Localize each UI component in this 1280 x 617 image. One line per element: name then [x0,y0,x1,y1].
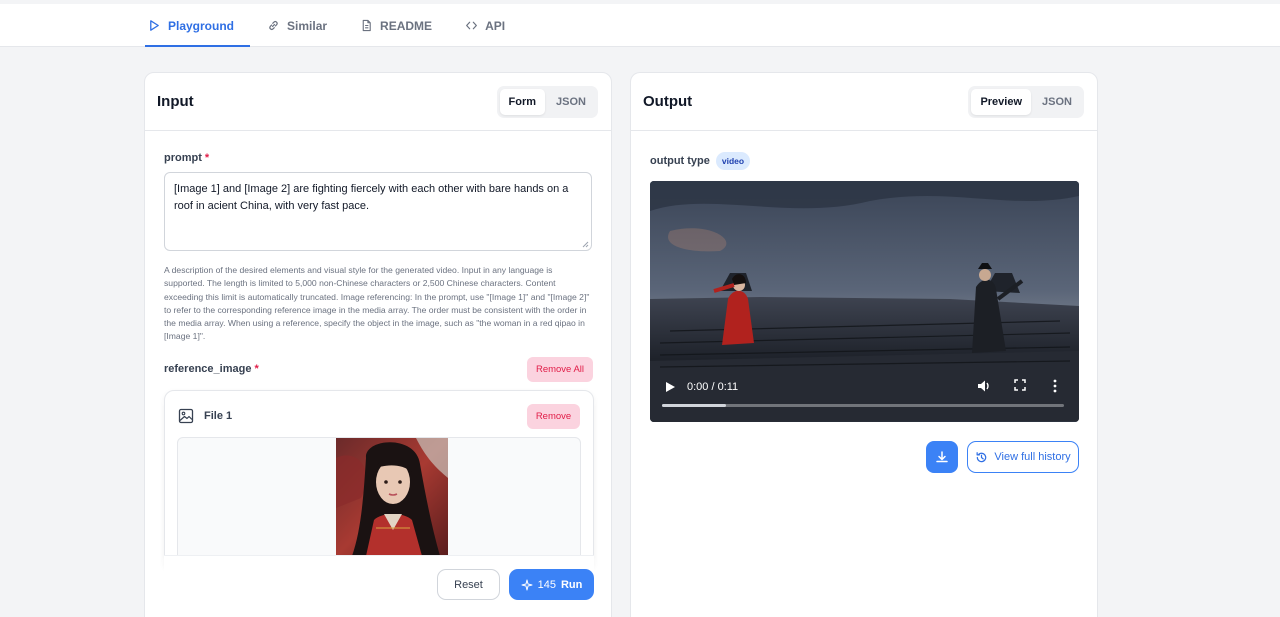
remove-file-button[interactable]: Remove [527,404,580,429]
toggle-preview[interactable]: Preview [971,88,1032,115]
download-icon [936,451,948,463]
image-preview-frame [177,437,581,569]
toggle-json[interactable]: JSON [1033,89,1081,115]
required-mark: * [204,152,210,164]
tab-readme[interactable]: README [357,4,448,47]
output-type-row: output type video [650,152,751,170]
reference-image-label: reference_image * [164,363,259,375]
output-type-badge: video [715,152,751,170]
input-view-toggle: Form JSON [496,85,598,118]
reference-image-label-text: reference_image [164,363,252,375]
reference-image-preview [336,438,448,556]
output-title: Output [643,93,693,110]
play-icon [150,20,159,31]
resize-handle-icon[interactable] [581,240,589,248]
file-header: File 1 [178,408,232,424]
prompt-label: prompt * [164,152,209,164]
video-progress-track[interactable] [662,404,1064,407]
video-time: 0:00 / 0:11 [687,381,739,393]
video-player[interactable]: 0:00 / 0:11 [650,181,1079,422]
fullscreen-icon[interactable] [1014,379,1026,391]
sparkle-icon [521,579,533,590]
remove-all-button[interactable]: Remove All [527,357,593,382]
required-mark: * [254,363,259,375]
more-options-icon[interactable] [1053,379,1057,393]
view-history-label: View full history [994,451,1071,463]
document-icon [362,19,371,32]
input-panel: Input Form JSON prompt * [Image 1] and [I… [144,72,612,617]
volume-icon[interactable] [976,378,992,394]
input-title: Input [157,93,194,110]
output-panel: Output Preview JSON output type video 0:… [630,72,1098,617]
play-icon[interactable] [664,381,676,393]
output-view-toggle: Preview JSON [968,85,1084,118]
output-type-label: output type [650,155,710,167]
reset-button[interactable]: Reset [437,569,500,600]
video-progress-fill [662,404,727,407]
prompt-help-text: A description of the desired elements an… [164,265,590,342]
tab-readme-label: README [380,18,433,33]
output-panel-header: Output Preview JSON [631,73,1097,131]
tab-playground-label: Playground [168,18,235,33]
input-panel-header: Input Form JSON [145,73,611,131]
toggle-form[interactable]: Form [499,88,546,115]
file-name: File 1 [204,410,233,422]
prompt-label-text: prompt [164,152,202,164]
download-button[interactable] [926,441,958,473]
run-label: Run [560,578,583,591]
link-icon [269,21,278,30]
video-controls: 0:00 / 0:11 [650,362,1079,422]
tab-api-label: API [485,18,506,33]
input-actions-bar: Reset 145 Run [164,555,594,617]
tab-api[interactable]: API [462,4,521,47]
top-navigation: Playground Similar README API [0,0,1280,47]
image-icon [178,408,194,424]
prompt-text: [Image 1] and [Image 2] are fighting fie… [174,183,569,212]
tab-similar[interactable]: Similar [264,4,343,47]
run-cost: 145 [537,578,556,591]
toggle-json[interactable]: JSON [547,89,595,115]
run-button[interactable]: 145 Run [509,569,594,600]
file-card: File 1 Remove [164,390,594,570]
nav-tabs: Playground Similar README API [145,4,535,47]
code-icon [466,21,477,30]
tab-playground[interactable]: Playground [145,4,251,47]
view-history-button[interactable]: View full history [967,441,1079,473]
prompt-textarea[interactable]: [Image 1] and [Image 2] are fighting fie… [164,172,592,251]
tab-similar-label: Similar [287,18,328,33]
history-icon [976,451,987,462]
